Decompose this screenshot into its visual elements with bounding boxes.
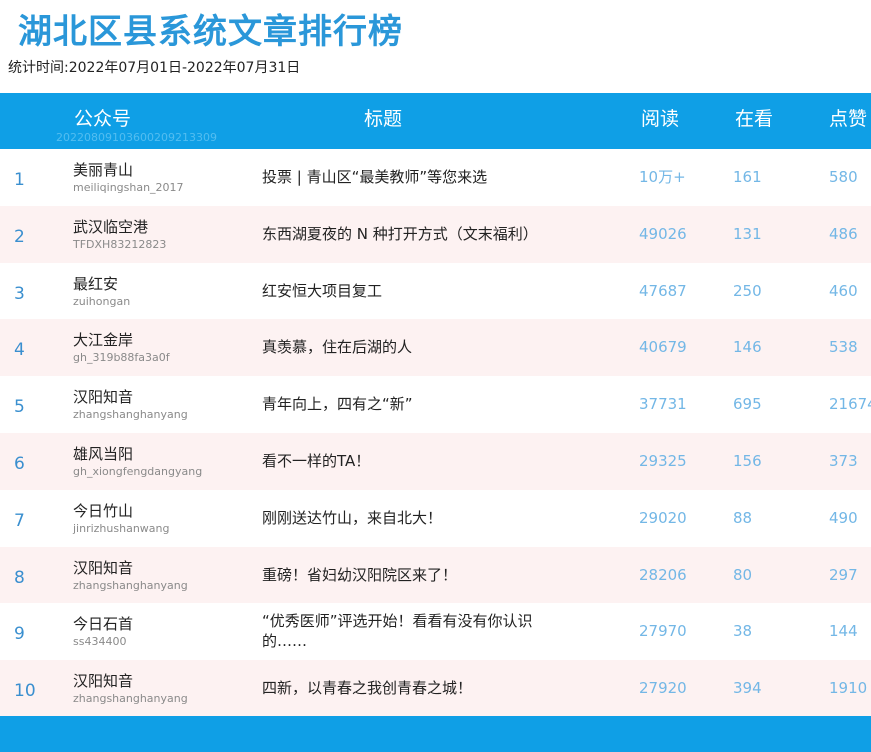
article-title[interactable]: 刚刚送达竹山，来自北大！: [262, 508, 562, 528]
rank-number: 2: [14, 226, 25, 247]
read-count: 29325: [639, 451, 687, 470]
rank-number: 3: [14, 283, 25, 304]
look-count: 88: [733, 508, 753, 527]
table-row: 5 汉阳知音 zhangshanghanyang 青年向上，四有之“新” 377…: [0, 376, 871, 433]
account-id: TFDXH83212823: [73, 237, 167, 251]
table-header: 公众号 20220809103600209213309 标题 阅读 在看 点赞: [0, 93, 871, 149]
like-count: 538: [829, 338, 858, 357]
rank-number: 8: [14, 567, 25, 588]
read-count: 49026: [639, 224, 687, 243]
account-name: 汉阳知音: [73, 388, 134, 407]
header-read: 阅读: [641, 108, 680, 130]
footer-bar: [0, 716, 871, 752]
account-name: 汉阳知音: [73, 558, 134, 577]
header-like: 点赞: [829, 108, 868, 130]
table-row: 3 最红安 zuihongan 红安恒大项目复工 47687 250 460: [0, 262, 871, 320]
account-id: jinrizhushanwang: [73, 521, 170, 535]
like-count: 21674: [829, 395, 871, 414]
like-count: 490: [829, 508, 858, 527]
account-name: 最红安: [73, 274, 119, 293]
header-account: 公众号: [74, 108, 132, 130]
rank-number: 9: [14, 624, 25, 645]
read-count: 37731: [639, 395, 687, 414]
article-title[interactable]: “优秀医师”评选开始！看看有没有你认识的……: [262, 611, 562, 651]
article-title[interactable]: 红安恒大项目复工: [262, 281, 562, 301]
rank-number: 1: [14, 170, 25, 190]
look-count: 695: [733, 395, 762, 414]
statistics-period: 统计时间:2022年07月01日-2022年07月31日: [8, 60, 301, 76]
article-title[interactable]: 东西湖夏夜的 N 种打开方式（文末福利）: [262, 224, 562, 244]
account-id: ss434400: [73, 635, 127, 649]
like-count: 460: [829, 281, 858, 300]
header-report-id: 20220809103600209213309: [56, 131, 217, 144]
header-title: 标题: [364, 108, 403, 130]
account-name: 汉阳知音: [73, 672, 134, 691]
account-id: meiliqingshan_2017: [73, 181, 184, 194]
like-count: 486: [829, 224, 858, 243]
account-name: 美丽青山: [73, 161, 134, 179]
rank-number: 6: [14, 453, 25, 474]
account-name: 今日石首: [73, 615, 134, 634]
header-look: 在看: [735, 108, 774, 130]
article-title[interactable]: 四新，以青春之我创青春之城！: [262, 678, 562, 698]
read-count: 29020: [639, 508, 687, 527]
account-name: 大江金岸: [73, 331, 134, 350]
like-count: 1910: [829, 679, 868, 698]
account-id: zhangshanghanyang: [73, 692, 188, 706]
look-count: 394: [733, 679, 762, 698]
account-name: 雄风当阳: [73, 444, 134, 463]
article-title[interactable]: 看不一样的TA！: [262, 451, 562, 471]
table-row: 1 美丽青山 meiliqingshan_2017 投票 | 青山区“最美教师”…: [0, 149, 871, 206]
look-count: 146: [733, 338, 762, 357]
table-row: 8 汉阳知音 zhangshanghanyang 重磅！省妇幼汉阳院区来了！ 2…: [0, 546, 871, 604]
table-row: 4 大江金岸 gh_319b88fa3a0f 真羡慕，住在后湖的人 40679 …: [0, 319, 871, 377]
ranking-table-body: 1 美丽青山 meiliqingshan_2017 投票 | 青山区“最美教师”…: [0, 149, 871, 717]
table-row: 6 雄风当阳 gh_xiongfengdangyang 看不一样的TA！ 293…: [0, 432, 871, 490]
read-count: 10万+: [639, 168, 686, 186]
read-count: 27920: [639, 679, 687, 698]
article-title[interactable]: 重磅！省妇幼汉阳院区来了！: [262, 565, 562, 585]
like-count: 580: [829, 168, 858, 186]
article-title[interactable]: 青年向上，四有之“新”: [262, 394, 562, 414]
account-id: zuihongan: [73, 294, 131, 308]
rank-number: 5: [14, 397, 25, 418]
look-count: 131: [733, 224, 762, 243]
look-count: 161: [733, 168, 762, 186]
read-count: 28206: [639, 565, 687, 584]
look-count: 250: [733, 281, 762, 300]
account-id: zhangshanghanyang: [73, 578, 188, 592]
account-name: 武汉临空港: [73, 217, 149, 236]
account-id: gh_xiongfengdangyang: [73, 464, 203, 478]
read-count: 40679: [639, 338, 687, 357]
like-count: 144: [829, 622, 858, 641]
read-count: 47687: [639, 281, 687, 300]
account-id: gh_319b88fa3a0f: [73, 351, 170, 365]
article-title[interactable]: 真羡慕，住在后湖的人: [262, 337, 562, 357]
table-row: 9 今日石首 ss434400 “优秀医师”评选开始！看看有没有你认识的…… 2…: [0, 603, 871, 661]
read-count: 27970: [639, 622, 687, 641]
rank-number: 10: [14, 681, 36, 702]
table-row: 7 今日竹山 jinrizhushanwang 刚刚送达竹山，来自北大！ 290…: [0, 489, 871, 547]
table-row: 10 汉阳知音 zhangshanghanyang 四新，以青春之我创青春之城！…: [0, 660, 871, 717]
rank-number: 4: [14, 340, 25, 361]
article-title[interactable]: 投票 | 青山区“最美教师”等您来选: [262, 167, 562, 187]
look-count: 156: [733, 451, 762, 470]
table-row: 2 武汉临空港 TFDXH83212823 东西湖夏夜的 N 种打开方式（文末福…: [0, 205, 871, 263]
like-count: 373: [829, 451, 858, 470]
like-count: 297: [829, 565, 858, 584]
account-id: zhangshanghanyang: [73, 408, 188, 422]
account-name: 今日竹山: [73, 501, 134, 520]
rank-number: 7: [14, 510, 25, 531]
page-title: 湖北区县系统文章排行榜: [18, 12, 403, 52]
look-count: 38: [733, 622, 753, 641]
look-count: 80: [733, 565, 753, 584]
